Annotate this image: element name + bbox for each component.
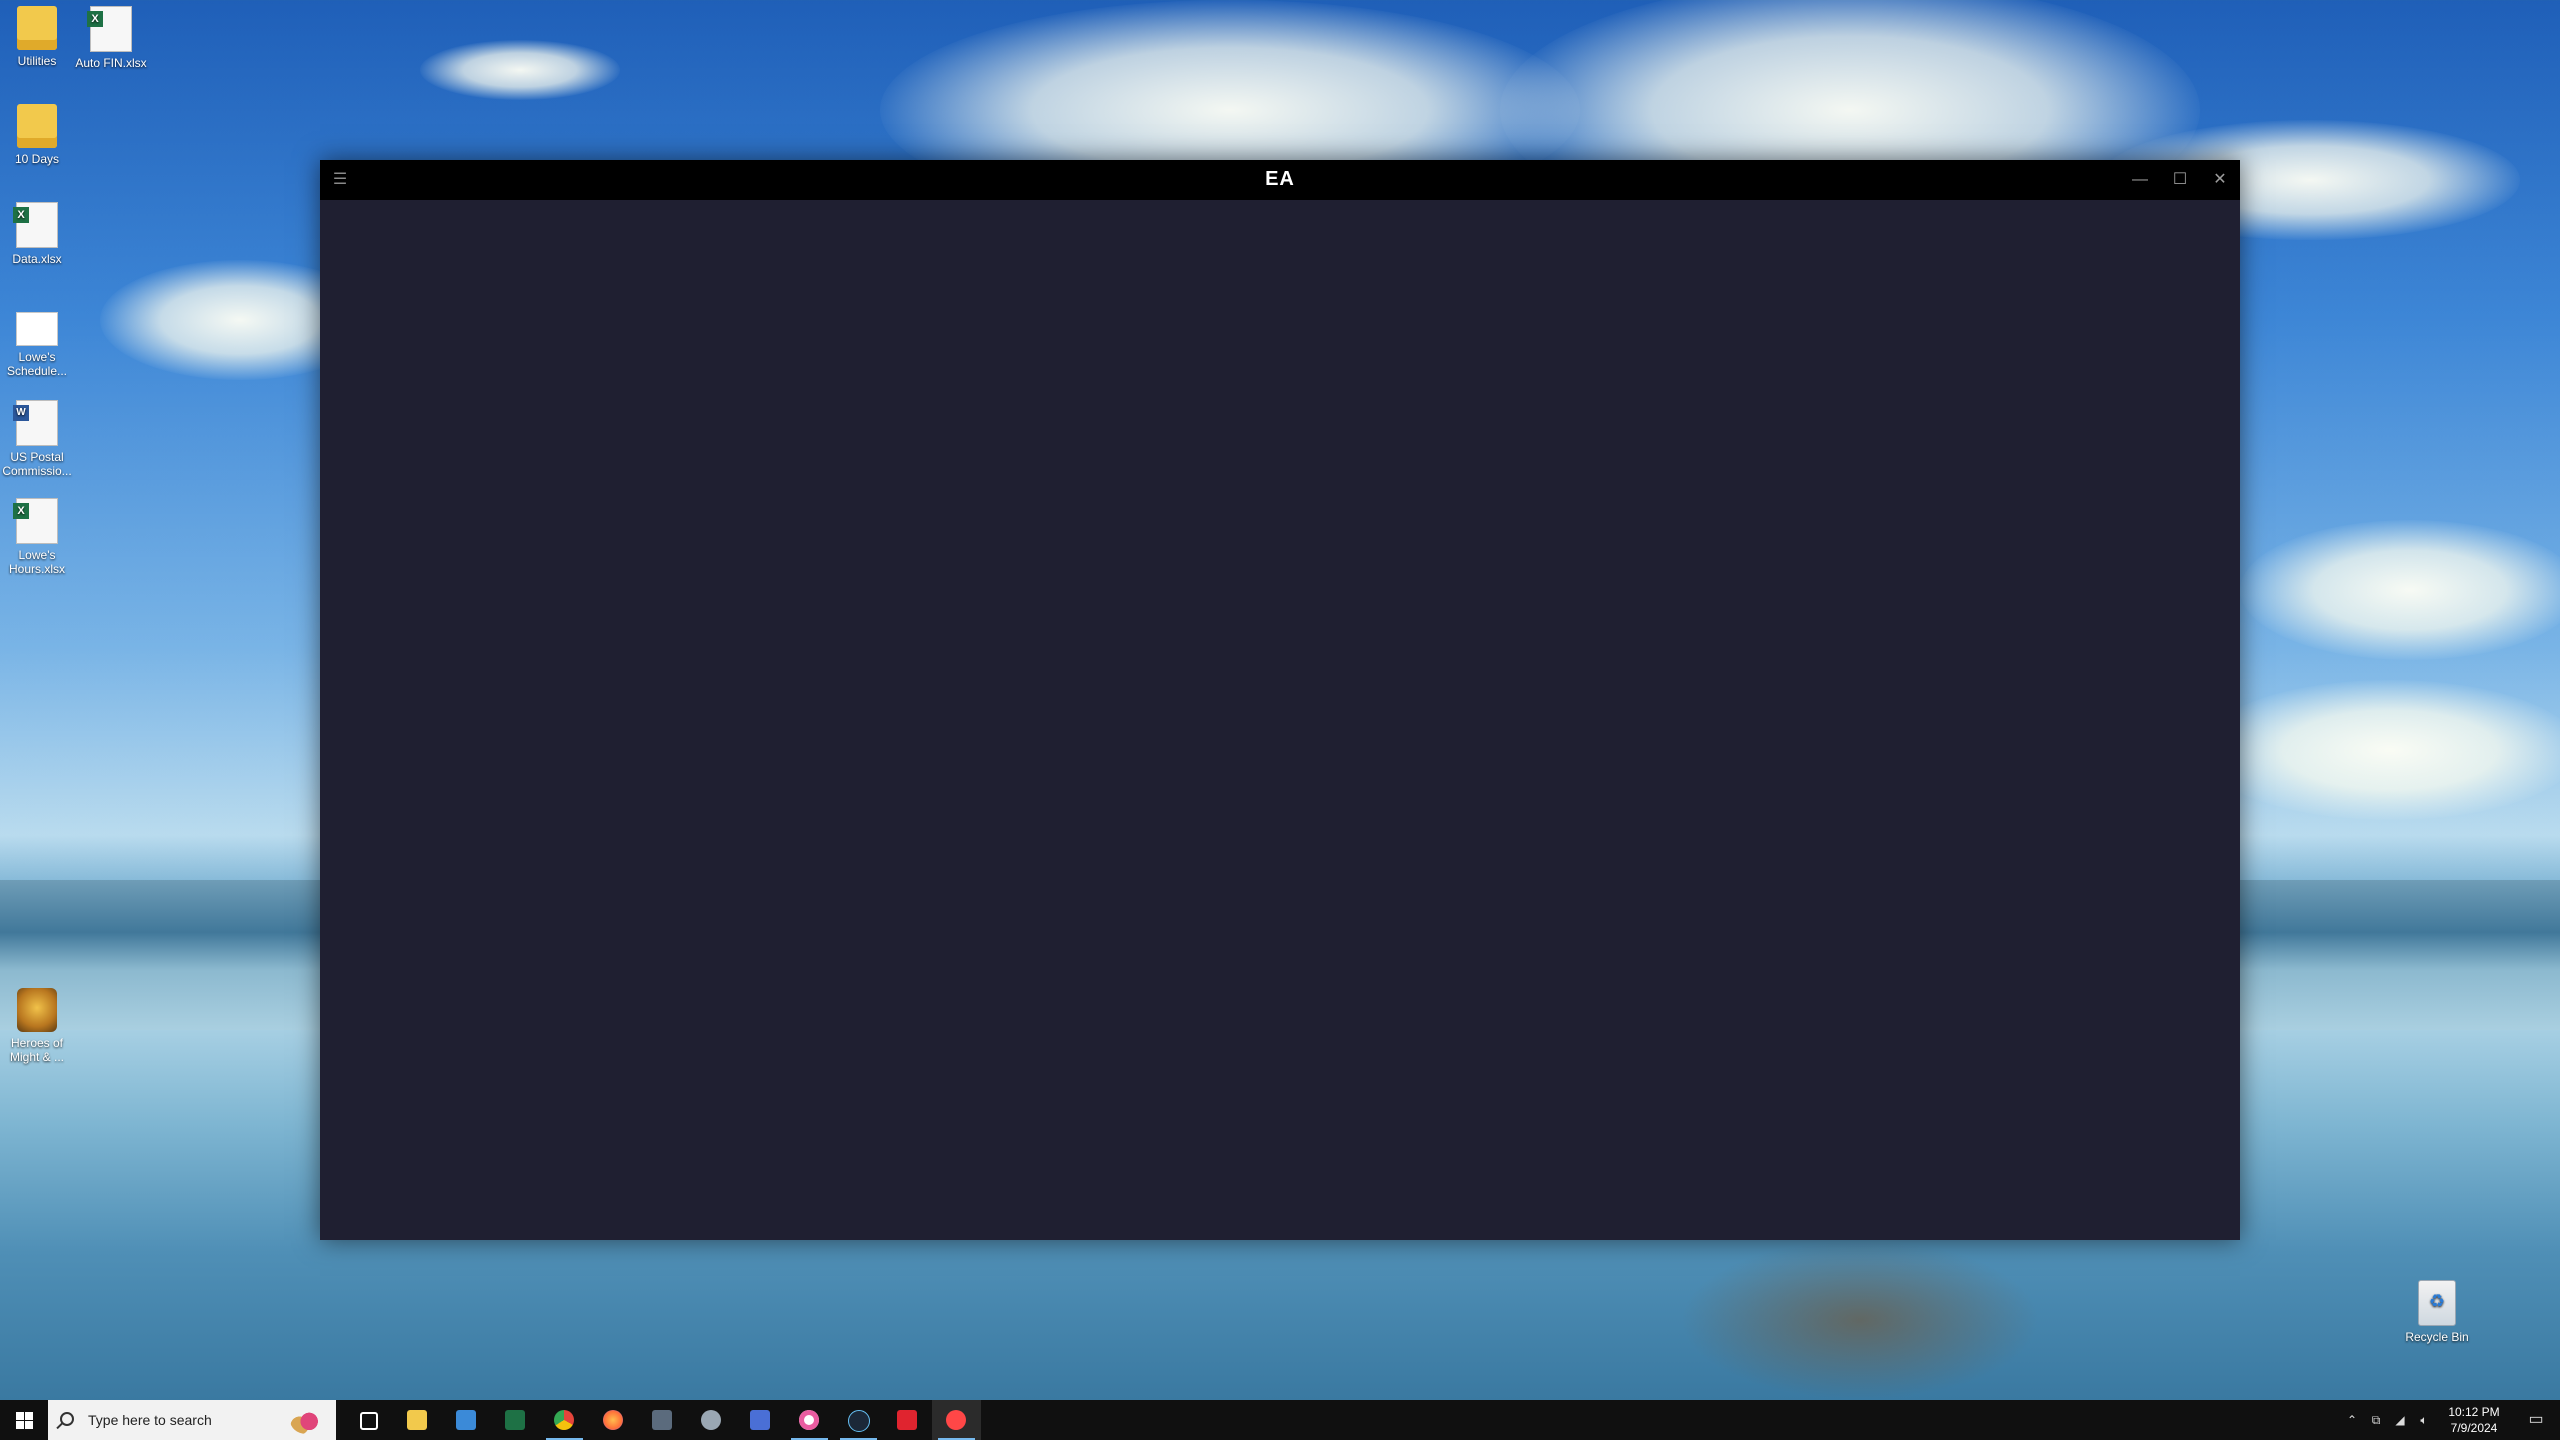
- settings-app-icon: [701, 1410, 721, 1430]
- desktop-icon-label: Recycle Bin: [2405, 1330, 2469, 1344]
- file-explorer-icon: [407, 1410, 427, 1430]
- action-center-icon[interactable]: ▭: [2512, 1400, 2560, 1440]
- taskbar-settings[interactable]: [687, 1400, 736, 1440]
- chevron-up-icon[interactable]: ⌃: [2340, 1413, 2364, 1427]
- desktop-icon-lowes-hours[interactable]: Lowe's Hours.xlsx: [0, 498, 74, 576]
- desktop-icon-10-days[interactable]: 10 Days: [0, 104, 74, 166]
- taskbar-excel[interactable]: [491, 1400, 540, 1440]
- excel-file-icon: [13, 498, 58, 544]
- desktop-icon-label: 10 Days: [14, 152, 60, 166]
- title-bar[interactable]: ☰ EA — ☐ ✕: [320, 160, 2240, 200]
- taskbar: Type here to search ⌃ ⧉ ◢ 🔈︎ 10:12 PM 7/…: [0, 1400, 2560, 1440]
- desktop-icon-us-postal[interactable]: US Postal Commissio...: [0, 400, 74, 478]
- wifi-icon[interactable]: ◢: [2388, 1413, 2412, 1427]
- desktop-icon-label: Data.xlsx: [12, 252, 62, 266]
- ea-app-icon: [946, 1410, 966, 1430]
- desktop-icon-label: Heroes of Might & ...: [9, 1036, 65, 1064]
- excel-file-icon: [13, 202, 58, 248]
- minimize-button[interactable]: —: [2120, 160, 2160, 200]
- cloud: [2200, 680, 2560, 820]
- task-view-icon: [360, 1412, 378, 1430]
- close-button[interactable]: ✕: [2200, 160, 2240, 200]
- desktop-icon-label: Lowe's Schedule...: [6, 350, 68, 378]
- steam-icon: [848, 1410, 870, 1432]
- desktop-icon-label: US Postal Commissio...: [2, 450, 72, 478]
- task-view-button[interactable]: [344, 1400, 393, 1440]
- start-button[interactable]: [0, 1400, 48, 1440]
- taskbar-itunes[interactable]: [785, 1400, 834, 1440]
- taskbar-red-app[interactable]: [883, 1400, 932, 1440]
- app-content-area: [320, 200, 2240, 1240]
- excel-icon: [505, 1410, 525, 1430]
- app-red-icon: [897, 1410, 917, 1430]
- clock-time: 10:12 PM: [2448, 1405, 2500, 1419]
- folder-icon: [17, 104, 57, 148]
- desktop-icon-data[interactable]: Data.xlsx: [0, 202, 74, 266]
- taskbar-calculator[interactable]: [638, 1400, 687, 1440]
- cloud: [2240, 520, 2560, 660]
- clock-date: 7/9/2024: [2450, 1421, 2498, 1435]
- taskbar-app[interactable]: [736, 1400, 785, 1440]
- search-highlight-icon[interactable]: [290, 1406, 322, 1434]
- desktop-icon-utilities[interactable]: Utilities: [0, 6, 74, 68]
- taskbar-store[interactable]: [442, 1400, 491, 1440]
- taskbar-chrome[interactable]: [540, 1400, 589, 1440]
- desktop-icon-recycle-bin[interactable]: Recycle Bin: [2400, 1280, 2474, 1344]
- itunes-icon: [799, 1410, 819, 1430]
- network-device-icon[interactable]: ⧉: [2364, 1413, 2388, 1428]
- rock-reflection: [1680, 1240, 2040, 1400]
- system-tray: ⌃ ⧉ ◢ 🔈︎ 10:12 PM 7/9/2024 ▭: [2340, 1400, 2560, 1440]
- search-placeholder: Type here to search: [88, 1412, 212, 1428]
- word-file-icon: [13, 400, 58, 446]
- taskbar-steam[interactable]: [834, 1400, 883, 1440]
- windows-logo-icon: [16, 1412, 24, 1420]
- ea-app-window: ☰ EA — ☐ ✕: [320, 160, 2240, 1240]
- desktop-icon-label: Auto FIN.xlsx: [75, 56, 147, 70]
- excel-file-icon: [87, 6, 132, 52]
- taskbar-pinned-apps: [344, 1400, 981, 1440]
- recycle-bin-icon: [2418, 1280, 2456, 1326]
- desktop-icon-label: Lowe's Hours.xlsx: [8, 548, 65, 576]
- cloud: [420, 40, 620, 100]
- volume-icon[interactable]: 🔈︎: [2412, 1413, 2436, 1428]
- chrome-icon: [554, 1410, 574, 1430]
- desktop-icon-label: Utilities: [17, 54, 57, 68]
- document-icon: [16, 312, 58, 346]
- taskbar-file-explorer[interactable]: [393, 1400, 442, 1440]
- desktop-icon-lowes-schedule[interactable]: Lowe's Schedule...: [0, 312, 74, 378]
- taskbar-firefox[interactable]: [589, 1400, 638, 1440]
- maximize-button[interactable]: ☐: [2160, 160, 2200, 200]
- search-icon: [60, 1412, 74, 1426]
- calculator-icon: [652, 1410, 672, 1430]
- microsoft-store-icon: [456, 1410, 476, 1430]
- ea-logo: EA: [1265, 168, 1295, 190]
- taskbar-search-box[interactable]: Type here to search: [48, 1400, 336, 1440]
- firefox-icon: [603, 1410, 623, 1430]
- desktop-icon-auto-fin[interactable]: Auto FIN.xlsx: [74, 6, 148, 70]
- game-icon: [17, 988, 57, 1032]
- app-icon: [750, 1410, 770, 1430]
- taskbar-clock[interactable]: 10:12 PM 7/9/2024: [2436, 1404, 2512, 1436]
- taskbar-ea-app[interactable]: [932, 1400, 981, 1440]
- desktop-icon-heroes[interactable]: Heroes of Might & ...: [0, 988, 74, 1064]
- folder-icon: [17, 6, 57, 50]
